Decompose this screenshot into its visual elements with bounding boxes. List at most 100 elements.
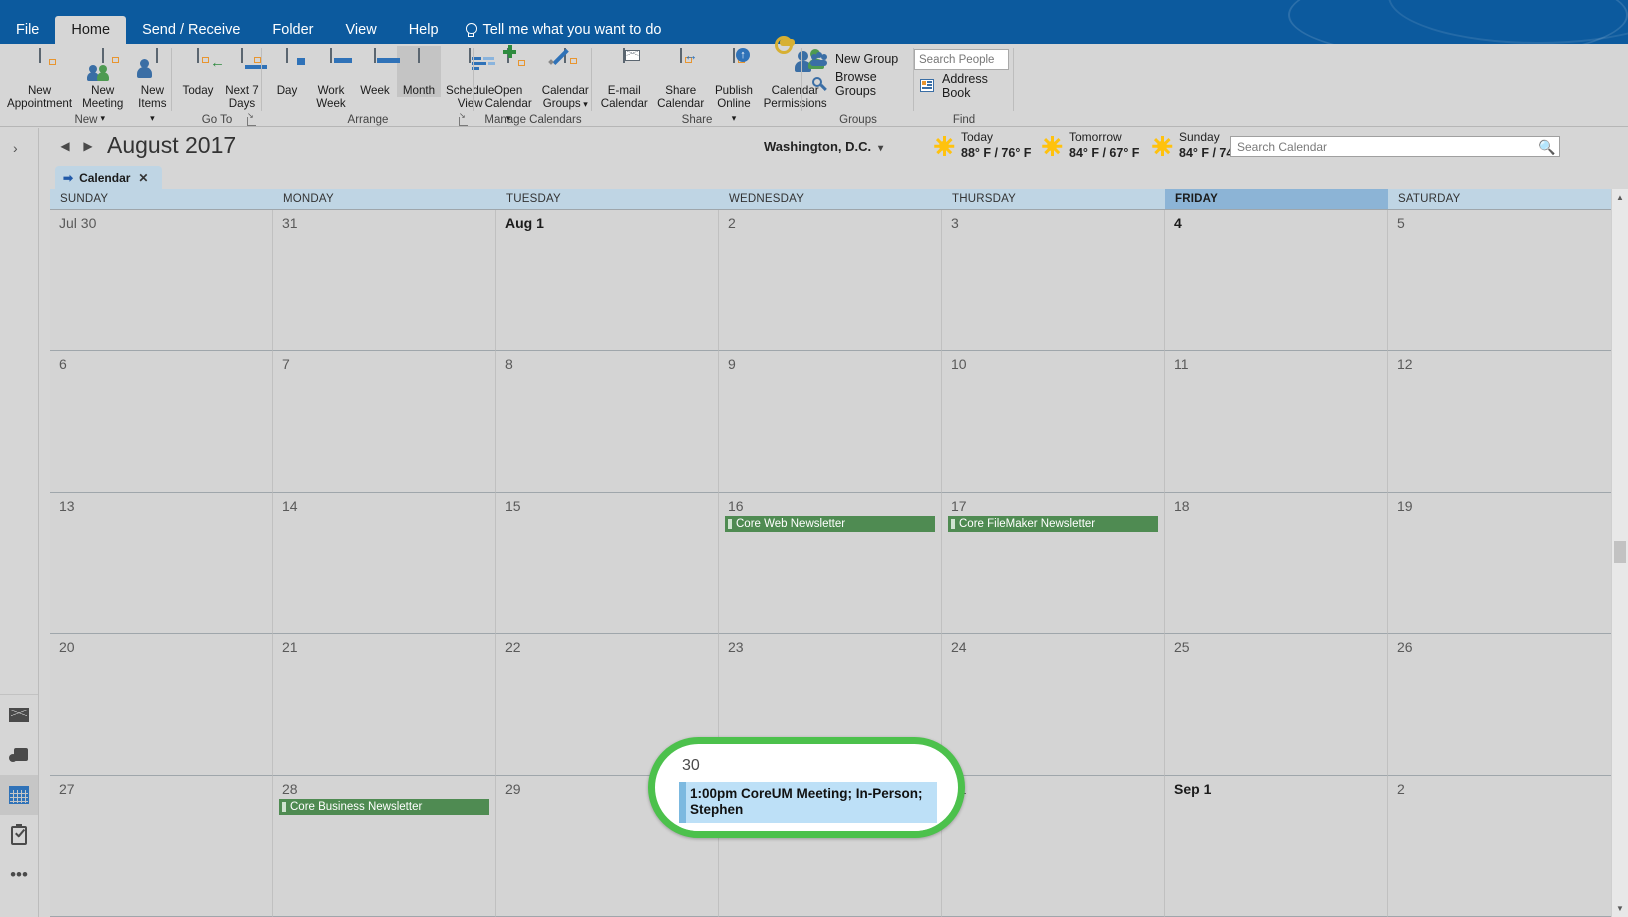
day-header-friday: FRIDAY	[1165, 189, 1388, 209]
menu-item-folder[interactable]: Folder	[256, 16, 329, 44]
calendar-tab[interactable]: ➡ Calendar ✕	[55, 166, 162, 189]
calendar-day-cell[interactable]: 6	[50, 351, 273, 492]
calendar-day-cell[interactable]: 19	[1388, 493, 1611, 634]
new-group-icon	[810, 51, 828, 67]
calendar-day-cell[interactable]: 15	[496, 493, 719, 634]
calendar-groups-label: Calendar Groups ▾	[542, 84, 589, 111]
day-header-monday: MONDAY	[273, 189, 496, 209]
menu-item-view[interactable]: View	[330, 16, 393, 44]
arrange-dialog-launcher[interactable]	[459, 117, 468, 126]
rail-module-buttons: •••	[0, 694, 38, 917]
day-number: 22	[496, 634, 718, 655]
day-number: Sep 1	[1165, 776, 1387, 797]
calendar-day-cell[interactable]: 12	[1388, 351, 1611, 492]
calendar-day-cell[interactable]: 7	[273, 351, 496, 492]
new-group-button[interactable]: New Group	[806, 48, 898, 67]
callout-day-number: 30	[679, 751, 955, 775]
calendar-day-cell[interactable]: 16Core Web Newsletter	[719, 493, 942, 634]
calendar-day-cell[interactable]: 2	[1388, 776, 1611, 917]
calendar-day-cell[interactable]: 24	[942, 634, 1165, 775]
weather-day-tomorrow: Tomorrow 84° F / 67° F	[1042, 130, 1139, 162]
rail-item-more[interactable]: •••	[0, 855, 38, 895]
calendar-day-cell[interactable]: 28Core Business Newsletter	[273, 776, 496, 917]
tasks-icon	[11, 826, 27, 845]
day-header-wednesday: WEDNESDAY	[719, 189, 942, 209]
weather-day-today: Today 88° F / 76° F	[934, 130, 1031, 162]
calendar-day-cell[interactable]: 27	[50, 776, 273, 917]
calendar-day-cell[interactable]: 3	[942, 210, 1165, 351]
calendar-day-cell[interactable]: 18	[1165, 493, 1388, 634]
scrollbar-thumb[interactable]	[1614, 541, 1626, 563]
search-icon[interactable]: 🔍	[1538, 139, 1555, 156]
day-number: 7	[273, 351, 495, 372]
calendar-day-cell[interactable]: 8	[496, 351, 719, 492]
calendar-day-cell[interactable]: 4	[1165, 210, 1388, 351]
day-number: 27	[50, 776, 272, 797]
address-book-button[interactable]: Address Book	[914, 70, 1014, 100]
weather-location-label: Washington, D.C.	[764, 139, 871, 154]
search-calendar-input[interactable]: Search Calendar	[1230, 136, 1560, 157]
rail-item-mail[interactable]	[0, 695, 38, 735]
previous-month-button[interactable]: ◀	[57, 139, 73, 153]
calendar-event[interactable]: Core FileMaker Newsletter	[948, 516, 1158, 532]
share-calendar-button[interactable]: ↔ Share Calendar	[652, 46, 708, 110]
calendar-day-cell[interactable]: 9	[719, 351, 942, 492]
rail-item-people[interactable]	[0, 735, 38, 775]
calendar-day-cell[interactable]: 25	[1165, 634, 1388, 775]
tell-me-search[interactable]: Tell me what you want to do	[455, 16, 672, 44]
work-week-view-button[interactable]: Work Week	[309, 46, 353, 110]
calendar-day-cell[interactable]: 5	[1388, 210, 1611, 351]
pin-arrow-icon: ➡	[63, 171, 73, 185]
close-icon[interactable]: ✕	[138, 171, 148, 185]
calendar-event[interactable]: Core Business Newsletter	[279, 799, 489, 815]
goto-dialog-launcher[interactable]	[247, 117, 256, 126]
callout-event[interactable]: 1:00pm CoreUM Meeting; In-Person; Stephe…	[679, 782, 937, 823]
more-options-icon: •••	[10, 870, 28, 880]
calendar-day-cell[interactable]: 11	[1165, 351, 1388, 492]
day-number: Jul 30	[50, 210, 272, 231]
week-view-button[interactable]: Week	[353, 46, 397, 97]
next-month-button[interactable]: ▶	[80, 139, 96, 153]
calendar-day-cell[interactable]: Sep 1	[1165, 776, 1388, 917]
menu-item-file[interactable]: File	[0, 16, 55, 44]
search-people-input[interactable]: Search People	[914, 49, 1009, 70]
calendar-day-cell[interactable]: Aug 1	[496, 210, 719, 351]
calendar-groups-button[interactable]: Calendar Groups ▾	[538, 46, 592, 111]
email-calendar-button[interactable]: E-mail Calendar	[596, 46, 652, 110]
day-view-button[interactable]: Day	[265, 46, 309, 97]
today-button[interactable]: ← Today	[176, 46, 220, 97]
calendar-day-cell[interactable]: 13	[50, 493, 273, 634]
menu-item-home[interactable]: Home	[55, 16, 126, 44]
rail-item-calendar[interactable]	[0, 775, 38, 815]
next-7-days-icon	[226, 49, 258, 81]
menu-item-send-receive[interactable]: Send / Receive	[126, 16, 256, 44]
calendar-day-cell[interactable]: 20	[50, 634, 273, 775]
browse-groups-label: Browse Groups	[835, 70, 914, 98]
calendar-day-cell[interactable]: 17Core FileMaker Newsletter	[942, 493, 1165, 634]
rail-item-tasks[interactable]	[0, 815, 38, 855]
new-appointment-button[interactable]: New Appointment	[4, 46, 75, 110]
calendar-day-cell[interactable]: 2	[719, 210, 942, 351]
browse-groups-button[interactable]: Browse Groups	[806, 67, 914, 98]
calendar-day-cell[interactable]: 10	[942, 351, 1165, 492]
expand-folder-pane-button[interactable]: ›	[13, 140, 18, 156]
decorative-swoosh-2	[1388, 0, 1628, 44]
calendar-day-cell[interactable]: Jul 30	[50, 210, 273, 351]
menu-item-help[interactable]: Help	[393, 16, 455, 44]
next-7-days-button[interactable]: Next 7 Days	[220, 46, 264, 110]
day-number: 8	[496, 351, 718, 372]
calendar-day-cell[interactable]: 31	[273, 210, 496, 351]
ribbon-group-manage-calendars-title: Manage Calendars	[474, 114, 592, 126]
work-week-view-icon	[315, 49, 347, 81]
calendar-event[interactable]: Core Web Newsletter	[725, 516, 935, 532]
calendar-day-cell[interactable]: 21	[273, 634, 496, 775]
scroll-down-button[interactable]: ▼	[1612, 900, 1628, 917]
calendar-day-cell[interactable]: 26	[1388, 634, 1611, 775]
calendar-scrollbar[interactable]: ▲ ▼	[1611, 189, 1628, 917]
month-view-button[interactable]: Month	[397, 46, 441, 97]
calendar-day-cell[interactable]: 14	[273, 493, 496, 634]
weather-location[interactable]: Washington, D.C.▾	[764, 139, 883, 154]
weather-temps: 88° F / 76° F	[961, 146, 1031, 160]
calendar-day-cell[interactable]: 31	[942, 776, 1165, 917]
scroll-up-button[interactable]: ▲	[1612, 189, 1628, 206]
